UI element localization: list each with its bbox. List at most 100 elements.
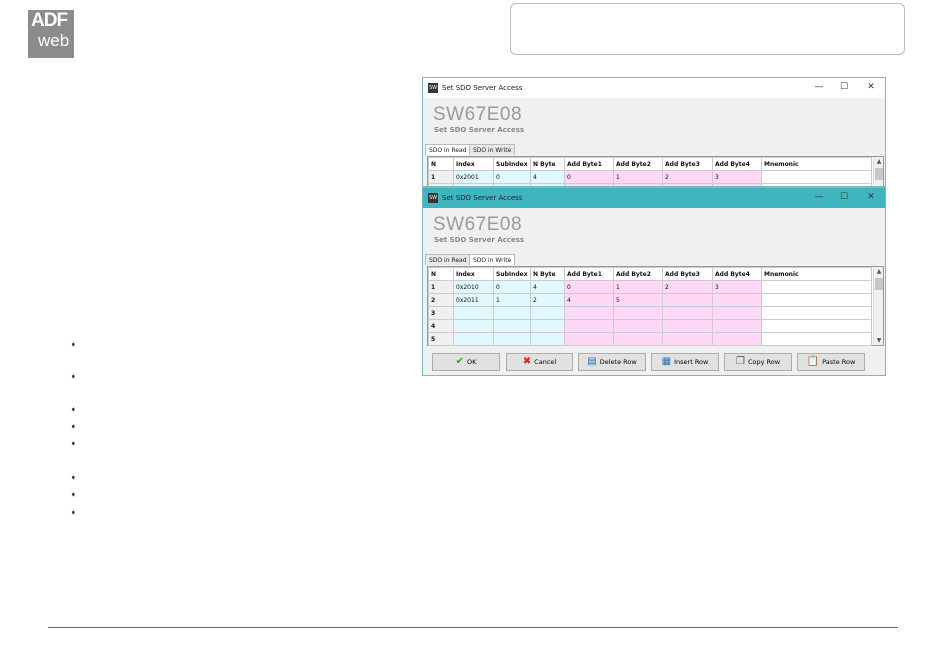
column-header[interactable]: Add Byte3	[662, 157, 713, 171]
vertical-scrollbar[interactable]: ▲	[873, 157, 884, 186]
tab-sdo-in-read[interactable]: SDO in Read	[425, 254, 471, 265]
table-cell[interactable]	[662, 306, 713, 320]
table-cell[interactable]: 0x2010	[453, 280, 494, 294]
table-row[interactable]: 1 0x2010 0 4 0 1 2 3	[428, 280, 872, 294]
table-row[interactable]: 4	[428, 319, 872, 333]
scroll-down-icon[interactable]: ▼	[874, 337, 884, 344]
column-header[interactable]: Add Byte2	[613, 267, 663, 281]
table-cell[interactable]	[761, 306, 872, 320]
title-bar: SW Set SDO Server Access — ☐ ✕	[423, 78, 885, 98]
table-cell[interactable]: 4	[530, 280, 565, 294]
table-cell[interactable]	[613, 319, 663, 333]
table-cell[interactable]	[453, 319, 494, 333]
column-header[interactable]: Add Byte3	[662, 267, 713, 281]
table-cell[interactable]: 0x2001	[453, 170, 494, 184]
column-header[interactable]: Add Byte4	[712, 267, 762, 281]
table-cell[interactable]	[613, 332, 663, 346]
table-cell[interactable]	[662, 319, 713, 333]
table-cell[interactable]: 2	[662, 280, 713, 294]
scroll-thumb[interactable]	[875, 278, 883, 290]
table-cell[interactable]: 2	[530, 293, 565, 307]
table-row[interactable]: 5	[428, 332, 872, 346]
vertical-scrollbar[interactable]: ▲ ▼	[873, 267, 883, 345]
table-cell[interactable]: 2	[662, 170, 713, 184]
column-header[interactable]: SubIndex	[493, 267, 531, 281]
table-cell[interactable]	[761, 280, 872, 294]
table-cell[interactable]	[564, 306, 614, 320]
scroll-up-icon[interactable]: ▲	[874, 268, 884, 275]
table-cell[interactable]	[530, 332, 565, 346]
column-header[interactable]: Add Byte1	[564, 267, 614, 281]
table-cell[interactable]: 4	[564, 293, 614, 307]
table-cell[interactable]: 3	[712, 170, 762, 184]
table-cell[interactable]: 5	[613, 293, 663, 307]
paste-row-button[interactable]: 📋 Paste Row	[797, 353, 865, 371]
column-header[interactable]: N Byte	[530, 267, 565, 281]
table-cell[interactable]: 0	[493, 280, 531, 294]
header-subtitle: Set SDO Server Access	[434, 236, 525, 244]
minimize-icon[interactable]: —	[812, 82, 826, 92]
table-cell[interactable]	[564, 319, 614, 333]
ok-button[interactable]: ✔ OK	[432, 353, 500, 371]
table-cell[interactable]	[613, 306, 663, 320]
table-cell[interactable]: 1	[613, 170, 663, 184]
insert-row-button[interactable]: ▦ Insert Row	[651, 353, 719, 371]
cancel-label: Cancel	[534, 358, 557, 366]
column-header[interactable]: Add Byte1	[564, 157, 614, 171]
tab-sdo-in-write[interactable]: SDO in Write	[469, 144, 516, 155]
column-header[interactable]: N	[428, 267, 454, 281]
maximize-icon[interactable]: ☐	[837, 192, 851, 202]
table-cell[interactable]: 3	[712, 280, 762, 294]
column-header[interactable]: Index	[453, 157, 494, 171]
table-cell[interactable]	[564, 332, 614, 346]
tab-sdo-in-write[interactable]: SDO in Write	[469, 254, 516, 265]
close-icon[interactable]: ✕	[864, 82, 878, 92]
column-header[interactable]: Add Byte2	[613, 157, 663, 171]
maximize-icon[interactable]: ☐	[837, 82, 851, 92]
table-cell[interactable]	[453, 332, 494, 346]
row-number: 2	[428, 293, 454, 307]
table-cell[interactable]	[761, 293, 872, 307]
table-row[interactable]: 1 0x2001 0 4 0 1 2 3	[428, 170, 872, 184]
delete-row-button[interactable]: ▤ Delete Row	[578, 353, 646, 371]
table-cell[interactable]	[453, 306, 494, 320]
table-cell[interactable]: 0	[564, 280, 614, 294]
table-cell[interactable]	[493, 319, 531, 333]
table-cell[interactable]	[761, 170, 872, 184]
close-icon[interactable]: ✕	[864, 192, 878, 202]
table-cell[interactable]	[530, 319, 565, 333]
table-cell[interactable]: 0	[493, 170, 531, 184]
cancel-button[interactable]: ✖ Cancel	[506, 353, 573, 371]
table-cell[interactable]	[761, 319, 872, 333]
tab-sdo-in-read[interactable]: SDO in Read	[425, 144, 471, 155]
column-header[interactable]: Add Byte4	[712, 157, 762, 171]
column-header[interactable]: Index	[453, 267, 494, 281]
table-cell[interactable]	[712, 319, 762, 333]
scroll-up-icon[interactable]: ▲	[874, 158, 884, 165]
table-cell[interactable]	[712, 306, 762, 320]
column-header[interactable]: N	[428, 157, 454, 171]
table-cell[interactable]: 0x2011	[453, 293, 494, 307]
delete-row-label: Delete Row	[599, 358, 637, 366]
table-cell[interactable]	[662, 332, 713, 346]
table-cell[interactable]	[712, 332, 762, 346]
table-cell[interactable]: 1	[493, 293, 531, 307]
table-cell[interactable]	[662, 293, 713, 307]
column-header[interactable]: SubIndex	[493, 157, 531, 171]
table-cell[interactable]	[493, 306, 531, 320]
table-cell[interactable]: 1	[613, 280, 663, 294]
column-header[interactable]: Mnemonic	[761, 267, 872, 281]
table-row[interactable]: 3	[428, 306, 872, 320]
table-cell[interactable]	[712, 293, 762, 307]
scroll-thumb[interactable]	[875, 168, 883, 180]
column-header[interactable]: Mnemonic	[761, 157, 872, 171]
table-cell[interactable]	[761, 332, 872, 346]
table-cell[interactable]	[493, 332, 531, 346]
table-row[interactable]: 2 0x2011 1 2 4 5	[428, 293, 872, 307]
table-cell[interactable]: 0	[564, 170, 614, 184]
table-cell[interactable]: 4	[530, 170, 565, 184]
column-header[interactable]: N Byte	[530, 157, 565, 171]
minimize-icon[interactable]: —	[812, 192, 826, 202]
table-cell[interactable]	[530, 306, 565, 320]
copy-row-button[interactable]: ❐ Copy Row	[724, 353, 792, 371]
